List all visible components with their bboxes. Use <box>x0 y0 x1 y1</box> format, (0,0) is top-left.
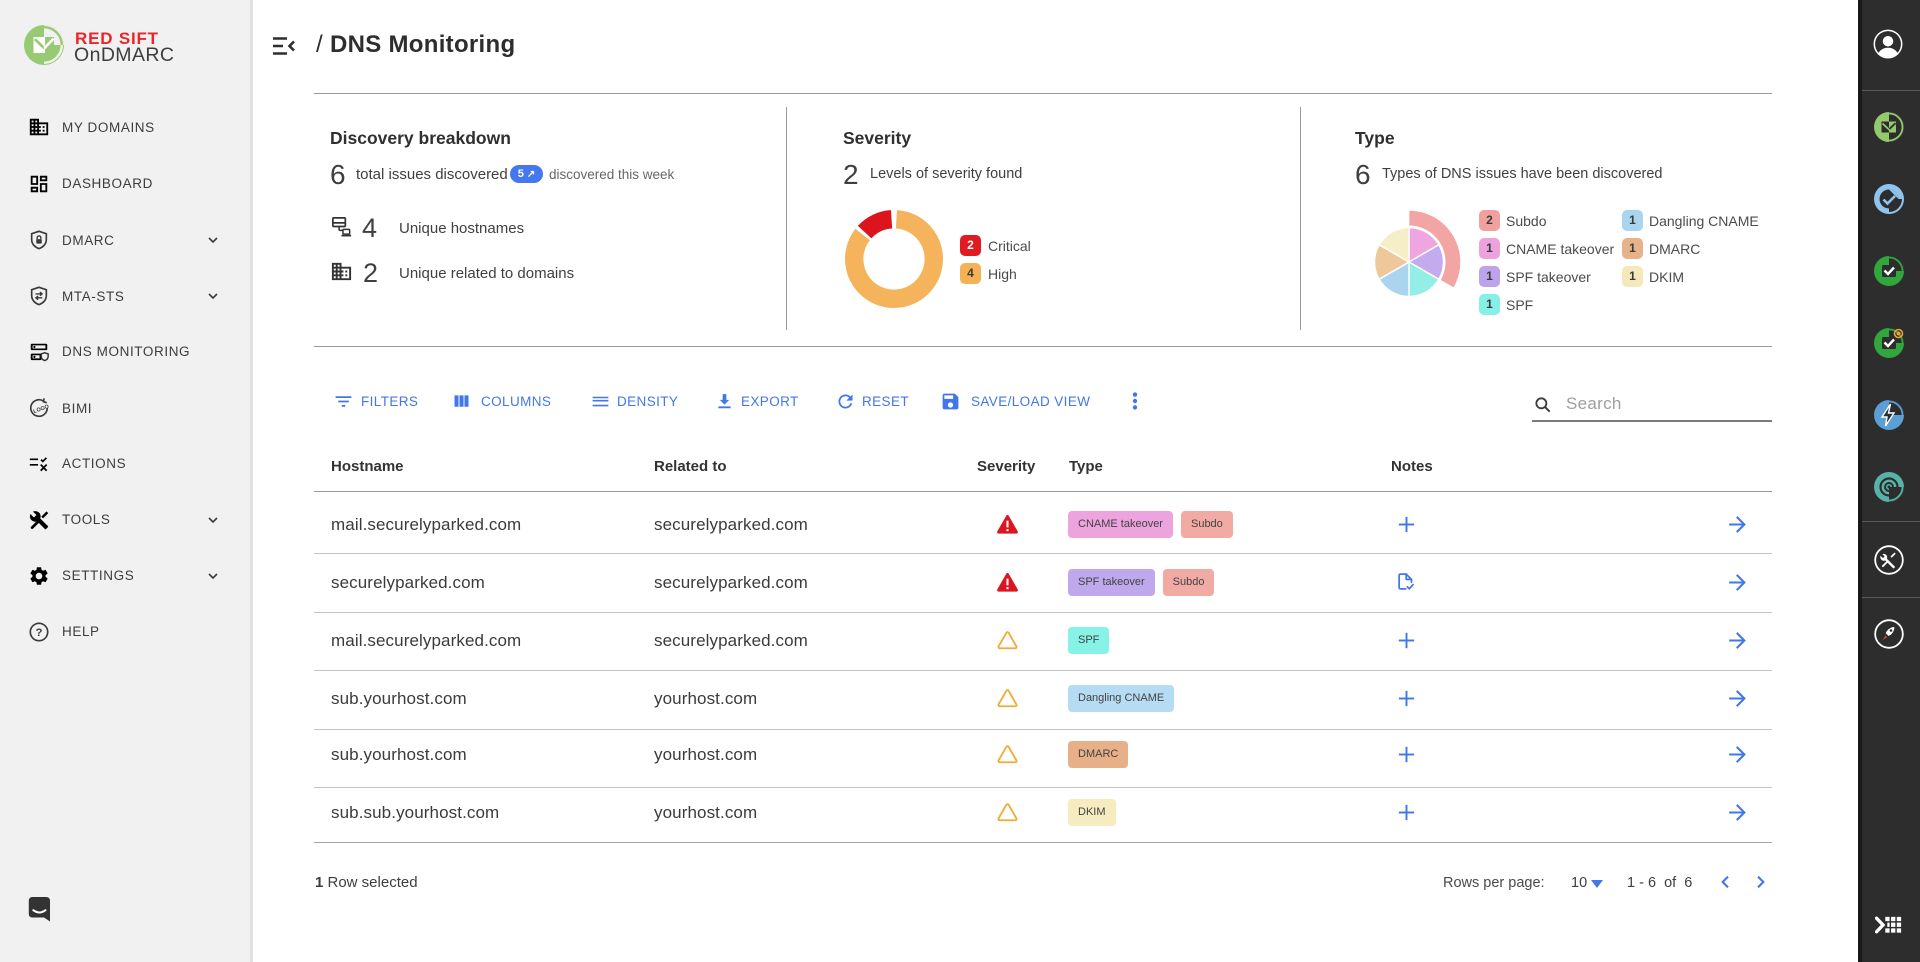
svg-text:LOGO: LOGO <box>33 404 50 415</box>
svg-text:?: ? <box>36 627 43 639</box>
